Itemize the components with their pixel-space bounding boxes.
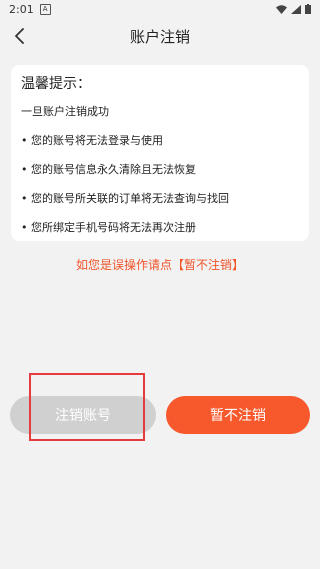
app-header: 账户注销 (0, 18, 320, 54)
card-title: 温馨提示： (21, 76, 91, 92)
status-bar: 2:01 A (0, 0, 320, 18)
chevron-left-icon (15, 28, 24, 44)
notification-icon: A (39, 3, 51, 15)
notice-card: 温馨提示： 一旦账户注销成功 • 您的账号将无法登录与使用 • 您的账号信息永久… (11, 65, 309, 241)
cancel-account-button[interactable]: 注销账号 (10, 396, 156, 434)
card-line: • 您的账号信息永久清除且无法恢复 (21, 163, 196, 176)
page-title: 账户注销 (129, 27, 190, 46)
card-line: 一旦账户注销成功 (21, 105, 109, 118)
signal-icon (291, 4, 301, 14)
card-line: • 您的账号将无法登录与使用 (21, 134, 163, 147)
back-button[interactable] (8, 24, 32, 48)
misoperation-notice[interactable]: 如您是误操作请点【暂不注销】 (0, 256, 320, 273)
wifi-icon (276, 4, 287, 14)
card-line: • 您所绑定手机号码将无法再次注册 (21, 221, 196, 234)
card-line: • 您的账号所关联的订单将无法查询与找回 (21, 192, 229, 205)
battery-icon (305, 4, 311, 14)
keep-account-button[interactable]: 暂不注销 (166, 396, 310, 434)
status-time: 2:01 (9, 2, 34, 16)
